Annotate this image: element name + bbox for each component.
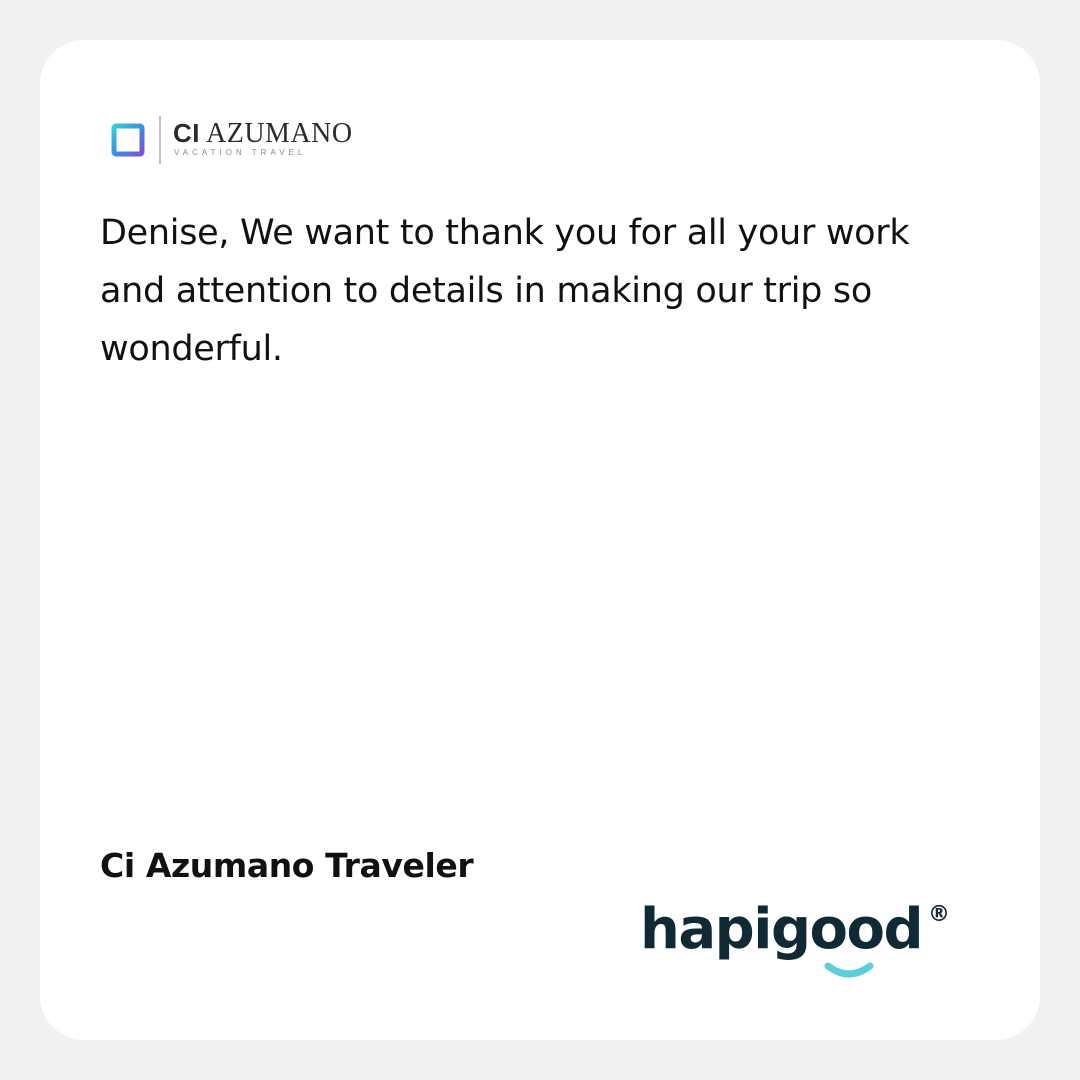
brand-name: CI AZUMANO [173, 120, 353, 148]
testimonial-quote: Denise, We want to thank you for all you… [100, 213, 910, 369]
brand-ci: CI [173, 118, 200, 148]
brand-tagline: VACATION TRAVEL [174, 148, 307, 157]
registered-mark: ® [928, 902, 950, 927]
brand-azumano: AZUMANO [206, 118, 353, 149]
hapigood-wordmark: hapigood [640, 897, 924, 962]
testimonial-card: CI AZUMANO VACATION TRAVEL Denise, We wan… [40, 40, 1040, 1040]
hapigood-logo: hapigood ® [640, 902, 960, 982]
smile-icon [824, 962, 874, 978]
testimonial-author: Ci Azumano Traveler [100, 846, 474, 885]
